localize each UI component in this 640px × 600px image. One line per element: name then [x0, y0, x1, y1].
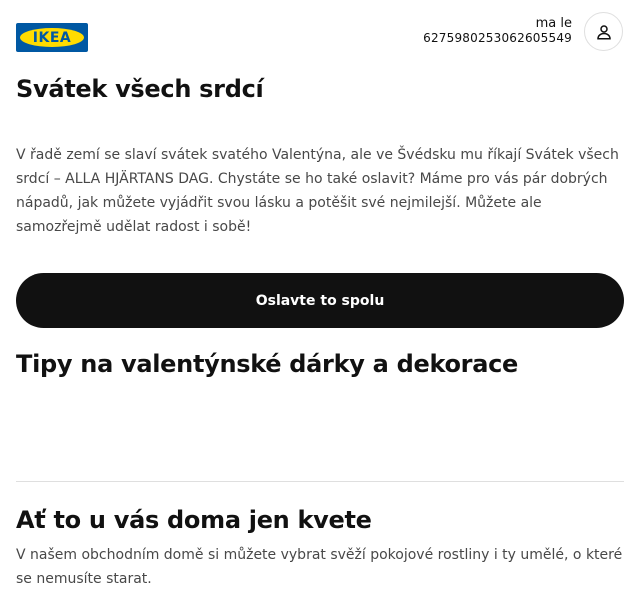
celebrate-together-label: Oslavte to spolu [255, 292, 385, 309]
section-divider [16, 481, 624, 482]
ikea-logo[interactable]: IKEA [16, 23, 88, 52]
page: IKEA ma le 6275980253062605549 Svátek vš… [0, 0, 640, 600]
person-icon [596, 24, 611, 39]
user-info: ma le 6275980253062605549 [423, 16, 572, 46]
user-name: ma le [535, 16, 572, 31]
section-title-valentine: Svátek všech srdcí [16, 75, 264, 103]
logo-oval: IKEA [20, 28, 84, 47]
intro-paragraph: V řadě zemí se slaví svátek svatého Vale… [16, 147, 619, 235]
logo-text: IKEA [32, 29, 72, 46]
section-title-plants: Ať to u vás doma jen kvete [16, 506, 372, 534]
user-id: 6275980253062605549 [423, 31, 572, 45]
header: IKEA ma le 6275980253062605549 [0, 0, 640, 70]
profile-button[interactable] [584, 12, 623, 51]
section-title-gifts: Tipy na valentýnské dárky a dekorace [16, 350, 519, 378]
celebrate-together-button[interactable]: Oslavte to spolu [16, 273, 624, 328]
plants-paragraph: V našem obchodním domě si můžete vybrat … [16, 547, 623, 587]
